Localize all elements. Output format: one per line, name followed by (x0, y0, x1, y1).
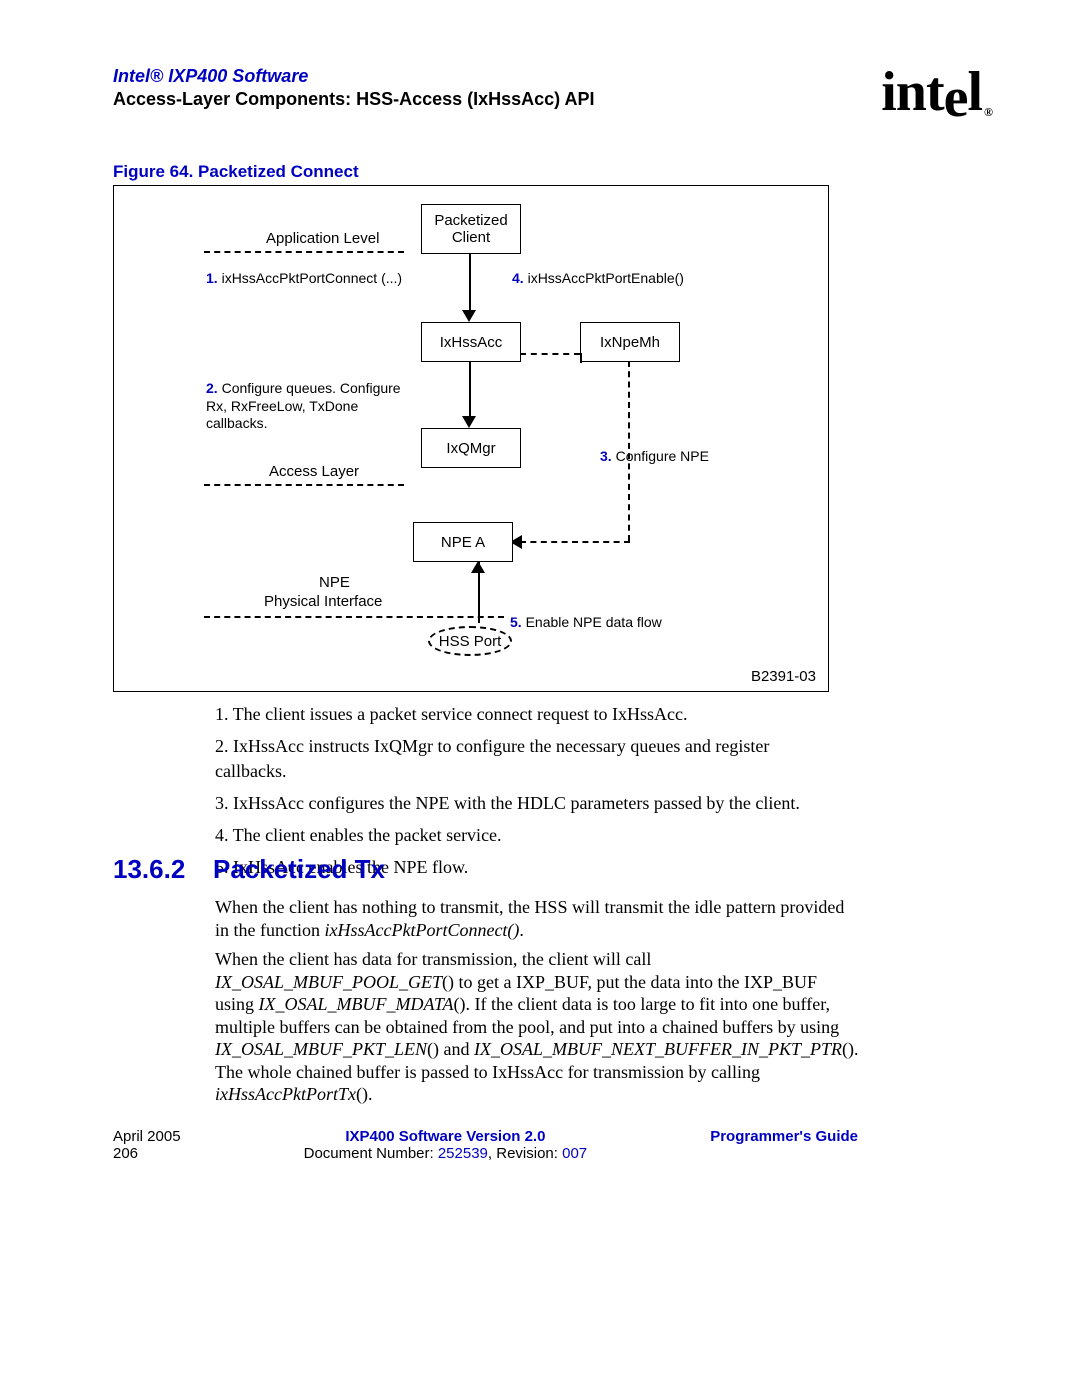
intel-logo: intel® (881, 60, 990, 124)
box-packetized-client: Packetized Client (421, 204, 521, 254)
step-4: 4. ixHssAccPktPortEnable() (512, 270, 684, 286)
box-ixqmgr: IxQMgr (421, 428, 521, 468)
arrow-up-icon (471, 561, 485, 573)
divider-dashed (204, 616, 504, 618)
section-title: Packetized Tx (213, 854, 385, 884)
arrow-down-icon (462, 310, 476, 322)
section-heading: 13.6.2Packetized Tx (113, 854, 385, 885)
box-ixnpemh: IxNpeMh (580, 322, 680, 362)
connector-dashed (628, 361, 630, 541)
label-physical-interface: Physical Interface (264, 593, 382, 610)
connector-dashed (520, 541, 630, 543)
connector-dashed (520, 353, 580, 355)
connector (469, 253, 471, 313)
footer-page: 206 (113, 1145, 181, 1162)
box-npea: NPE A (413, 522, 513, 562)
step-5: 5. Enable NPE data flow (510, 614, 662, 630)
logo-registered: ® (984, 105, 992, 119)
list-item: 1. The client issues a packet service co… (215, 702, 835, 726)
header-subtitle: Access-Layer Components: HSS-Access (IxH… (113, 89, 848, 110)
footer-version: IXP400 Software Version 2.0 (181, 1128, 711, 1145)
logo-text: intel (881, 61, 982, 129)
section-number: 13.6.2 (113, 854, 213, 885)
label-access-layer: Access Layer (269, 463, 359, 480)
paragraph: When the client has data for transmissio… (215, 948, 860, 1106)
step-2: 2. Configure queues. Configure Rx, RxFre… (206, 380, 416, 433)
arrow-down-icon (462, 416, 476, 428)
diagram-code: B2391-03 (751, 668, 816, 685)
list-item: 3. IxHssAcc configures the NPE with the … (215, 791, 835, 815)
divider-dashed (204, 484, 404, 486)
step-3: 3. Configure NPE (600, 448, 709, 464)
page-footer: April 2005 206 IXP400 Software Version 2… (113, 1128, 858, 1162)
ellipse-hss-port: HSS Port (428, 626, 512, 656)
footer-guide: Programmer's Guide (710, 1128, 858, 1145)
paragraph: When the client has nothing to transmit,… (215, 896, 860, 941)
step-1: 1. ixHssAccPktPortConnect (...) (206, 270, 402, 286)
figure-caption: Figure 64. Packetized Connect (113, 162, 359, 182)
footer-docnum: Document Number: 252539, Revision: 007 (181, 1145, 711, 1162)
connector (469, 361, 471, 419)
label-application-level: Application Level (266, 230, 379, 247)
divider-dashed (204, 251, 404, 253)
label-npe: NPE (319, 574, 350, 591)
connector-dashed (580, 353, 582, 363)
header-title: Intel® IXP400 Software (113, 66, 848, 87)
list-item: 2. IxHssAcc instructs IxQMgr to configur… (215, 734, 835, 783)
list-item: 4. The client enables the packet service… (215, 823, 835, 847)
footer-date: April 2005 (113, 1128, 181, 1145)
box-ixhssacc: IxHssAcc (421, 322, 521, 362)
diagram-frame: Application Level Packetized Client 1. i… (113, 185, 829, 692)
